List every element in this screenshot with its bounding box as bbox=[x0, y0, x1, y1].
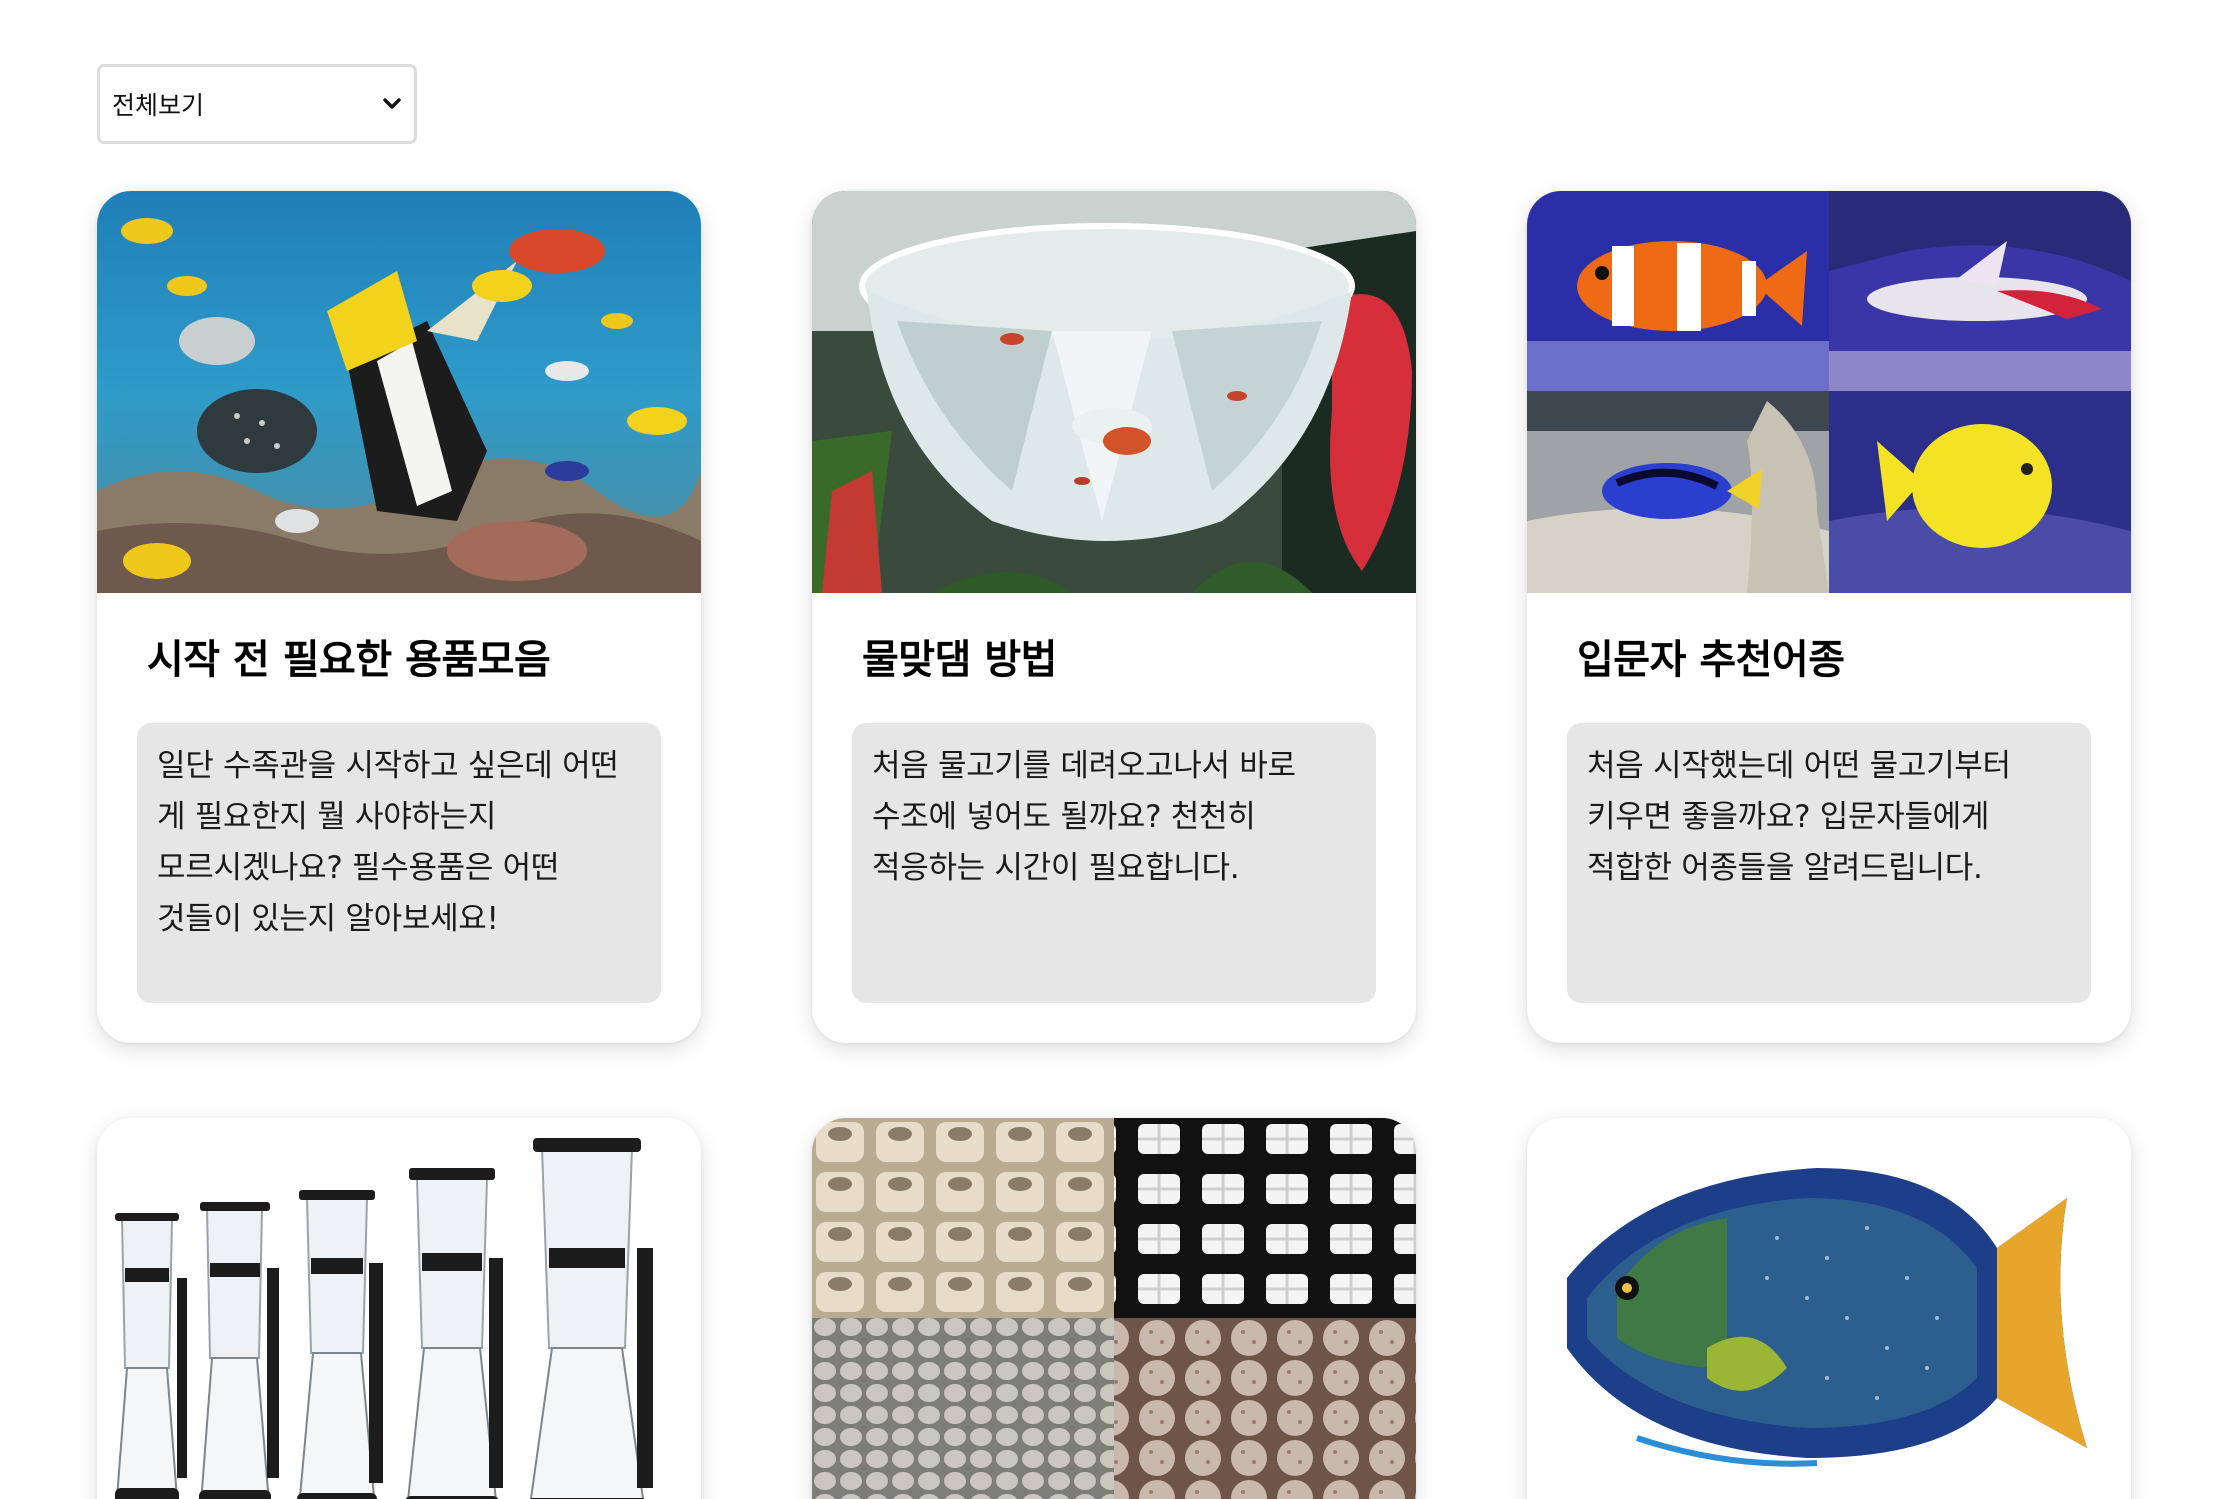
card-skimmers[interactable] bbox=[97, 1118, 701, 1499]
card-supplies[interactable]: 시작 전 필요한 용품모음 일단 수족관을 시작하고 싶은데 어떤 게 필요한지… bbox=[97, 191, 701, 1043]
card-filter-media[interactable] bbox=[812, 1118, 1416, 1499]
fish-acclimation-cup-image bbox=[812, 191, 1416, 593]
queen-angelfish-image bbox=[1527, 1118, 2131, 1499]
card-title: 시작 전 필요한 용품모음 bbox=[147, 637, 551, 683]
card-angelfish[interactable] bbox=[1527, 1118, 2131, 1499]
card-description: 처음 물고기를 데려오고나서 바로 수조에 넣어도 될까요? 천천히 적응하는 … bbox=[852, 723, 1376, 1003]
page: 전체보기 시작 전 필요한 용품모음 일단 수족관을 시작하고 싶은데 어떤 게… bbox=[0, 0, 2217, 1499]
card-beginner-fish[interactable]: 입문자 추천어종 처음 시작했는데 어떤 물고기부터 키우면 좋을까요? 입문자… bbox=[1527, 191, 2131, 1043]
chevron-down-icon bbox=[380, 92, 404, 116]
card-description: 일단 수족관을 시작하고 싶은데 어떤 게 필요한지 뭘 사야하는지 모르시겠나… bbox=[137, 723, 661, 1003]
card-acclimation[interactable]: 물맞댐 방법 처음 물고기를 데려오고나서 바로 수조에 넣어도 될까요? 천천… bbox=[812, 191, 1416, 1043]
tropical-fish-aquarium-image bbox=[97, 191, 701, 593]
beginner-fish-collage-image bbox=[1527, 191, 2131, 593]
card-title: 입문자 추천어종 bbox=[1577, 637, 1845, 683]
filter-media-collage-image bbox=[812, 1118, 1416, 1499]
category-select-value: 전체보기 bbox=[112, 91, 205, 120]
card-title: 물맞댐 방법 bbox=[862, 637, 1057, 683]
protein-skimmers-image bbox=[97, 1118, 701, 1499]
category-select[interactable]: 전체보기 bbox=[97, 64, 417, 144]
card-description: 처음 시작했는데 어떤 물고기부터 키우면 좋을까요? 입문자들에게 적합한 어… bbox=[1567, 723, 2091, 1003]
